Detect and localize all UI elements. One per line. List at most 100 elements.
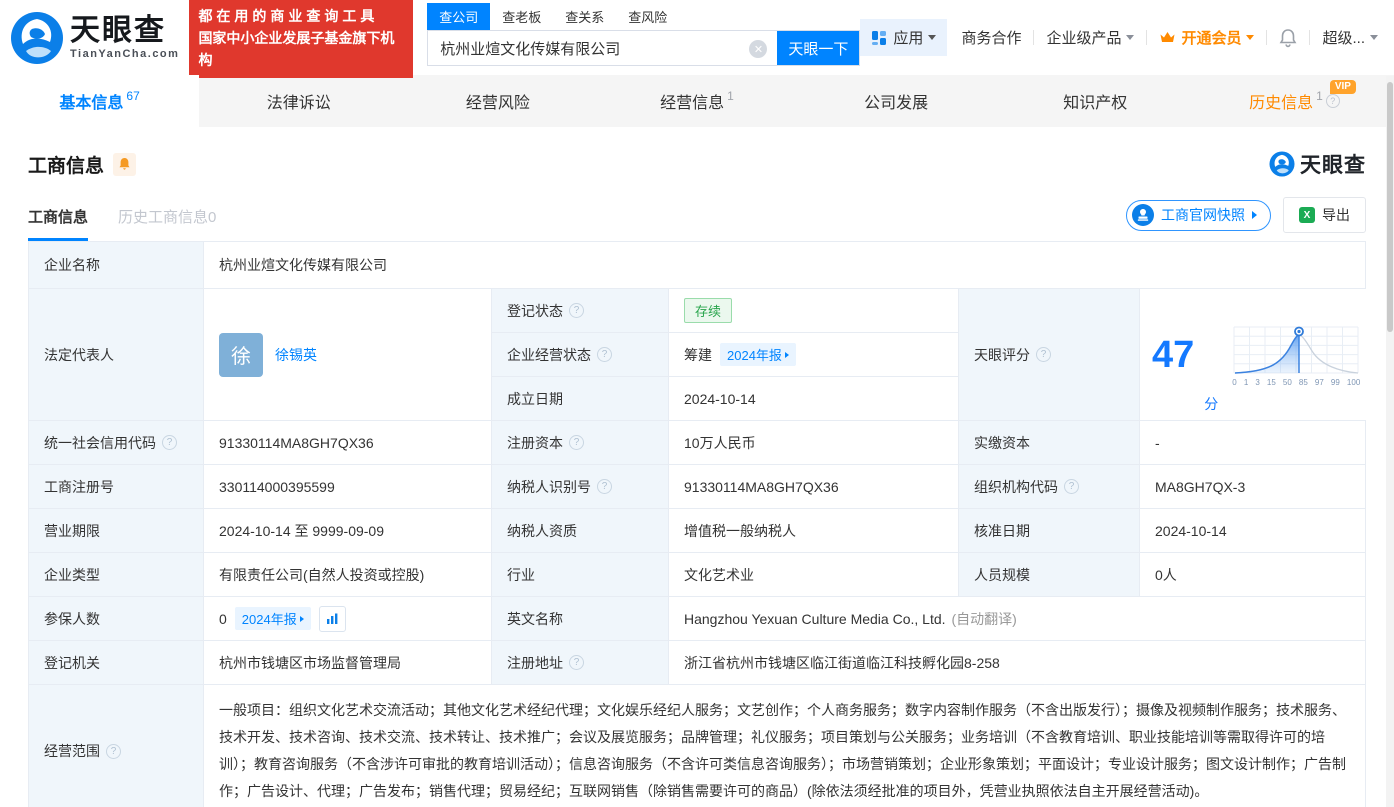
search-tab-company[interactable]: 查公司 bbox=[427, 3, 490, 30]
field-value: 文化艺术业 bbox=[669, 553, 959, 596]
registry-value: 杭州市钱塘区市场监督管理局 bbox=[219, 653, 401, 673]
search-input[interactable] bbox=[428, 31, 777, 65]
table-row: 企业经营状态 筹建 2024年报 bbox=[492, 333, 958, 377]
table-row: 参保人数 0 2024年报 英文名称 bbox=[29, 597, 1365, 641]
field-label: 核准日期 bbox=[959, 509, 1140, 552]
field-label: 注册地址 bbox=[492, 641, 669, 684]
nav-apps[interactable]: 应用 bbox=[860, 19, 947, 56]
scrollbar-thumb[interactable] bbox=[1387, 82, 1393, 332]
field-value: 330114000395599 bbox=[204, 465, 492, 508]
tab-basic-info[interactable]: 基本信息 67 bbox=[0, 75, 199, 127]
field-label: 参保人数 bbox=[29, 597, 204, 640]
field-label: 工商注册号 bbox=[29, 465, 204, 508]
help-icon[interactable] bbox=[569, 655, 584, 670]
notification-bell[interactable] bbox=[1279, 28, 1297, 48]
search-tab-relation[interactable]: 查关系 bbox=[553, 3, 616, 30]
field-value: - bbox=[1140, 421, 1365, 464]
legal-rep-cell: 徐 徐锡英 bbox=[204, 289, 492, 420]
help-icon[interactable] bbox=[597, 479, 612, 494]
slogan-line1: 都在用的商业查询工具 bbox=[198, 5, 404, 27]
nav-super-vip[interactable]: 超级... bbox=[1322, 27, 1378, 48]
company-tab-bar: 基本信息 67 法律诉讼 经营风险 经营信息 1 公司发展 知识产权 VIP 历… bbox=[0, 75, 1394, 127]
vip-badge: VIP bbox=[1330, 80, 1356, 94]
field-label: 法定代表人 bbox=[29, 289, 204, 420]
logo-en: TianYanCha.com bbox=[70, 48, 179, 60]
tab-operational-risk[interactable]: 经营风险 bbox=[398, 75, 597, 127]
tab-company-development[interactable]: 公司发展 bbox=[797, 75, 996, 127]
export-button[interactable]: 导出 bbox=[1283, 197, 1366, 233]
tab-intellectual-property[interactable]: 知识产权 bbox=[996, 75, 1195, 127]
axis-tick: 1 bbox=[1244, 378, 1248, 387]
nav-open-vip[interactable]: 开通会员 bbox=[1159, 27, 1254, 48]
tianyancha-eye-icon bbox=[1269, 151, 1295, 177]
slogan-banner: 都在用的商业查询工具 国家中小企业发展子基金旗下机构 bbox=[189, 0, 413, 78]
field-label: 成立日期 bbox=[492, 377, 669, 420]
tab-business-info[interactable]: 经营信息 1 bbox=[597, 75, 796, 127]
crown-icon bbox=[1159, 30, 1176, 45]
axis-tick: 100 bbox=[1347, 378, 1360, 387]
tab-history-info[interactable]: VIP 历史信息 1 bbox=[1195, 75, 1394, 127]
watermark-logo: 天眼查 bbox=[1269, 149, 1366, 179]
tab-count: 67 bbox=[126, 89, 139, 103]
annual-report-badge[interactable]: 2024年报 bbox=[720, 343, 796, 366]
slogan-line2: 国家中小企业发展子基金旗下机构 bbox=[198, 27, 404, 71]
table-row: 登记状态 存续 bbox=[492, 289, 958, 333]
table-actions: 工商官网快照 导出 bbox=[1126, 197, 1366, 241]
field-label-text: 行业 bbox=[507, 565, 535, 585]
field-value: 有限责任公司(自然人投资或控股) bbox=[204, 553, 492, 596]
field-label: 实缴资本 bbox=[959, 421, 1140, 464]
bar-chart-icon bbox=[326, 613, 339, 625]
help-icon[interactable] bbox=[1326, 94, 1340, 108]
table-row: 法定代表人 徐 徐锡英 登记状态 存续 bbox=[29, 289, 1365, 421]
nav-enterprise[interactable]: 企业级产品 bbox=[1046, 27, 1134, 48]
search-tab-risk[interactable]: 查风险 bbox=[616, 3, 679, 30]
nav-cooperation[interactable]: 商务合作 bbox=[961, 27, 1021, 48]
field-label: 纳税人资质 bbox=[492, 509, 669, 552]
annual-report-badge[interactable]: 2024年报 bbox=[235, 607, 311, 630]
insured-label: 参保人数 bbox=[44, 609, 100, 629]
section-header: 工商信息 天眼查 bbox=[28, 149, 1366, 179]
field-value: 91330114MA8GH7QX36 bbox=[669, 465, 959, 508]
score-distribution-chart: 0131550859799100 bbox=[1232, 323, 1360, 387]
search-tab-boss[interactable]: 查老板 bbox=[490, 3, 553, 30]
export-label: 导出 bbox=[1322, 205, 1350, 225]
divider bbox=[1266, 30, 1267, 45]
address-label: 注册地址 bbox=[507, 653, 563, 673]
field-label: 纳税人识别号 bbox=[492, 465, 669, 508]
axis-tick: 99 bbox=[1331, 378, 1340, 387]
subscribe-bell-button[interactable] bbox=[113, 153, 136, 176]
field-value: 10万人民币 bbox=[669, 421, 959, 464]
logo-text: 天眼查 TianYanCha.com bbox=[70, 16, 179, 60]
search-button[interactable]: 天眼一下 bbox=[777, 31, 859, 65]
field-value: 2024-10-14 bbox=[1140, 509, 1365, 552]
field-label: 企业经营状态 bbox=[492, 333, 669, 376]
official-snapshot-button[interactable]: 工商官网快照 bbox=[1126, 200, 1271, 231]
field-label-text: 核准日期 bbox=[974, 521, 1030, 541]
field-value: 筹建 2024年报 bbox=[669, 333, 958, 376]
help-icon[interactable] bbox=[162, 435, 177, 450]
excel-icon bbox=[1299, 207, 1315, 223]
insured-trend-chart-button[interactable] bbox=[319, 606, 346, 632]
subtab-business-registration[interactable]: 工商信息 bbox=[28, 206, 88, 241]
avatar: 徐 bbox=[219, 333, 263, 377]
bell-curve-chart bbox=[1232, 323, 1360, 377]
help-icon[interactable] bbox=[1036, 347, 1051, 362]
help-icon[interactable] bbox=[1064, 479, 1079, 494]
help-icon[interactable] bbox=[569, 303, 584, 318]
top-nav: 应用 商务合作 企业级产品 开通会员 bbox=[860, 19, 1378, 56]
help-icon[interactable] bbox=[569, 435, 584, 450]
axis-tick: 15 bbox=[1267, 378, 1276, 387]
legal-rep-link[interactable]: 徐锡英 bbox=[275, 345, 317, 365]
subtab-history-registration[interactable]: 历史工商信息0 bbox=[118, 206, 216, 241]
help-icon[interactable] bbox=[106, 744, 121, 759]
divider bbox=[1146, 30, 1147, 45]
scrollbar[interactable] bbox=[1386, 76, 1394, 807]
tab-legal-proceedings[interactable]: 法律诉讼 bbox=[199, 75, 398, 127]
info-grid-rows: 统一社会信用代码91330114MA8GH7QX36注册资本10万人民币实缴资本… bbox=[29, 421, 1365, 597]
tianyancha-logo[interactable]: 天眼查 TianYanCha.com bbox=[10, 11, 179, 65]
established-label: 成立日期 bbox=[507, 389, 563, 409]
legal-rep-label: 法定代表人 bbox=[44, 345, 114, 365]
nav-super-vip-label: 超级... bbox=[1322, 27, 1365, 48]
op-status-label: 企业经营状态 bbox=[507, 345, 591, 365]
help-icon[interactable] bbox=[597, 347, 612, 362]
